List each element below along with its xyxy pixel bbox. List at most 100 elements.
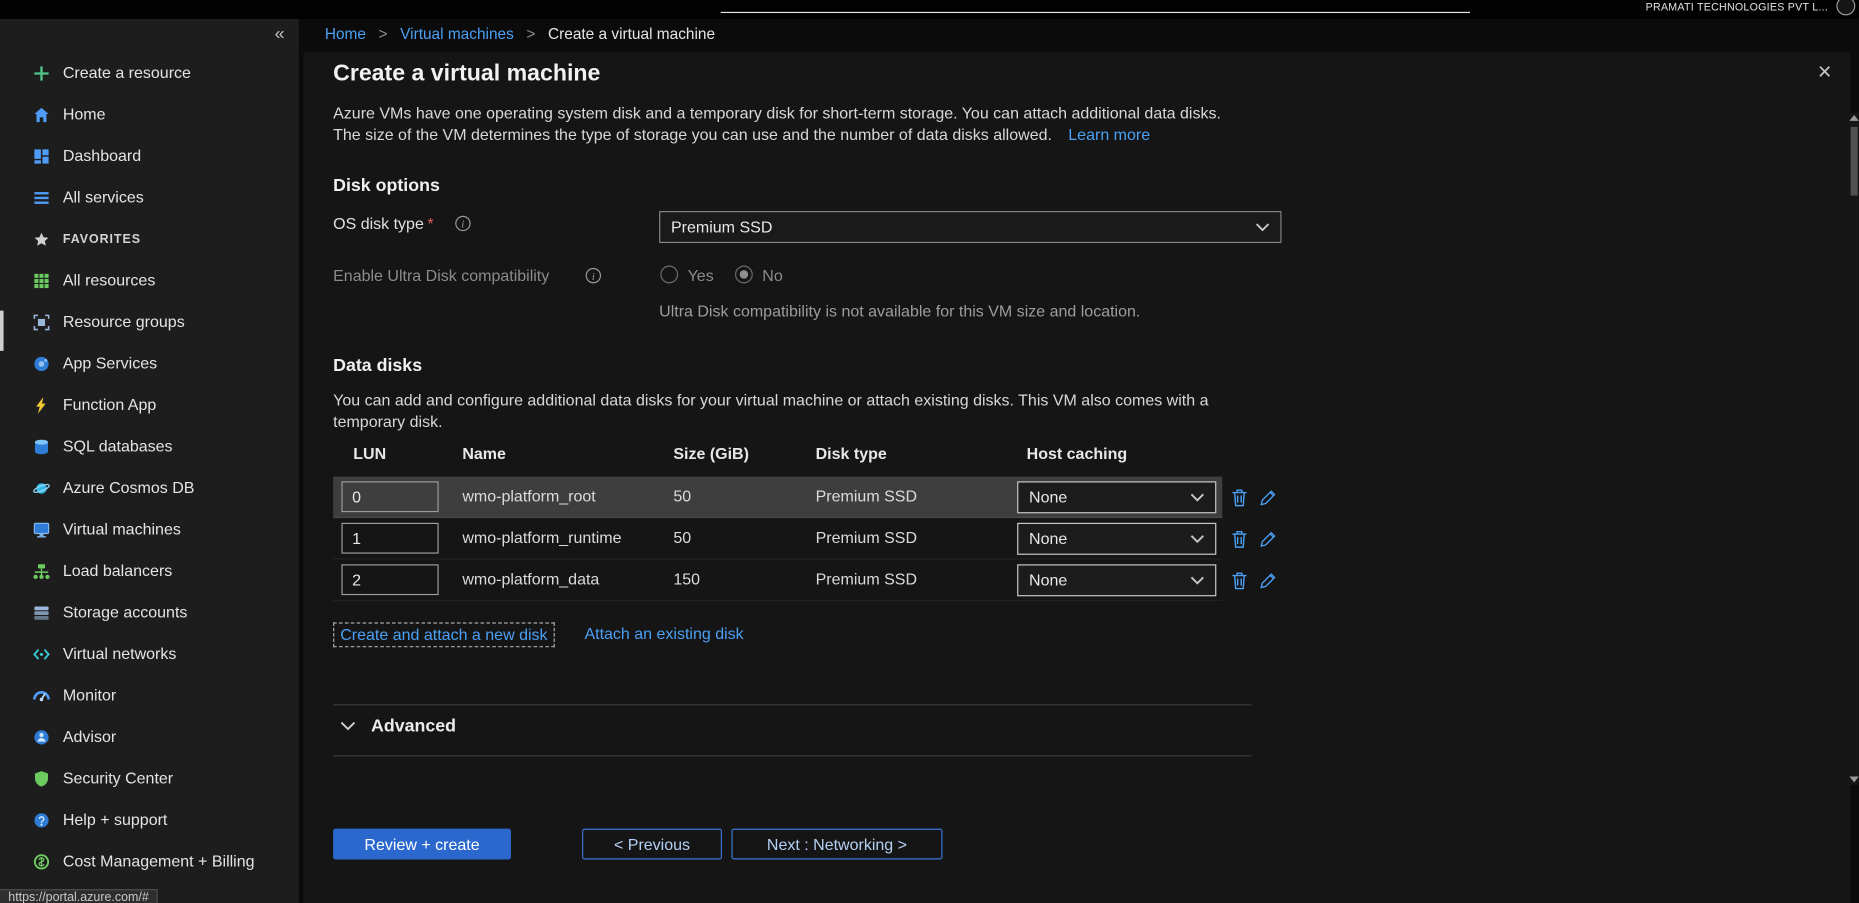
- vertical-scrollbar[interactable]: [1848, 113, 1859, 785]
- table-row[interactable]: wmo-platform_root 50 Premium SSD None: [333, 477, 1222, 518]
- sidebar-item-label: Azure Cosmos DB: [63, 479, 195, 497]
- required-marker: *: [427, 215, 433, 233]
- load-balancer-icon: [31, 561, 51, 581]
- sidebar-item-security-center[interactable]: Security Center: [0, 758, 299, 799]
- ultra-disk-label: Enable Ultra Disk compatibility: [333, 267, 549, 285]
- delete-disk-button[interactable]: [1228, 486, 1251, 509]
- security-center-icon: [31, 768, 51, 788]
- sidebar-item-monitor[interactable]: Monitor: [0, 675, 299, 716]
- status-url-tooltip: https://portal.azure.com/#: [0, 889, 158, 903]
- trash-icon: [1231, 529, 1249, 548]
- breadcrumb-current: Create a virtual machine: [548, 25, 715, 43]
- previous-button[interactable]: < Previous: [582, 829, 722, 860]
- next-networking-button[interactable]: Next : Networking >: [731, 829, 942, 860]
- sidebar-item-load-balancers[interactable]: Load balancers: [0, 550, 299, 591]
- chevron-down-icon: [1190, 576, 1204, 585]
- divider: [333, 704, 1252, 705]
- plus-icon: [31, 63, 51, 83]
- sidebar-item-label: Cost Management + Billing: [63, 852, 255, 870]
- scroll-down-arrow-icon[interactable]: [1849, 777, 1858, 783]
- top-bar: PRAMATI TECHNOLOGIES PVT L...: [0, 0, 1859, 19]
- sidebar-item-label: Virtual networks: [63, 645, 177, 663]
- sidebar-item-dashboard[interactable]: Dashboard: [0, 135, 299, 176]
- advanced-section-toggle[interactable]: Advanced: [340, 716, 456, 736]
- favorites-label: FAVORITES: [63, 232, 141, 246]
- disk-size-cell: 50: [673, 529, 691, 547]
- create-and-attach-disk-link[interactable]: Create and attach a new disk: [333, 622, 555, 647]
- advanced-label: Advanced: [371, 716, 456, 736]
- breadcrumb-virtual-machines-link[interactable]: Virtual machines: [400, 25, 514, 43]
- sidebar-item-label: Dashboard: [63, 147, 141, 165]
- sidebar-item-all-resources[interactable]: All resources: [0, 260, 299, 301]
- sidebar-item-label: SQL databases: [63, 437, 173, 455]
- lun-input[interactable]: [341, 564, 438, 595]
- sidebar-item-label: All resources: [63, 271, 156, 289]
- sidebar-item-cost-management-billing[interactable]: Cost Management + Billing: [0, 841, 299, 882]
- sidebar-collapse-button[interactable]: «: [275, 24, 285, 44]
- breadcrumb-home-link[interactable]: Home: [325, 25, 366, 43]
- sql-database-icon: [31, 436, 51, 456]
- delete-disk-button[interactable]: [1228, 569, 1251, 592]
- disk-size-cell: 50: [673, 487, 691, 505]
- sidebar-item-create-a-resource[interactable]: Create a resource: [0, 52, 299, 93]
- dashboard-icon: [31, 146, 51, 166]
- host-caching-select[interactable]: None: [1017, 481, 1216, 513]
- sidebar-item-azure-cosmos-db[interactable]: Azure Cosmos DB: [0, 467, 299, 508]
- virtual-machines-icon: [31, 519, 51, 539]
- sidebar-item-resource-groups[interactable]: Resource groups: [0, 301, 299, 342]
- sidebar-item-advisor[interactable]: Advisor: [0, 716, 299, 757]
- sidebar-item-home[interactable]: Home: [0, 94, 299, 135]
- sidebar-item-all-services[interactable]: All services: [0, 177, 299, 218]
- edit-disk-button[interactable]: [1257, 569, 1280, 592]
- page-title: Create a virtual machine: [333, 60, 600, 87]
- grid-icon: [31, 270, 51, 290]
- table-row[interactable]: wmo-platform_runtime 50 Premium SSD None: [333, 518, 1222, 559]
- sidebar-item-label: Resource groups: [63, 313, 185, 331]
- disk-options-heading: Disk options: [333, 175, 440, 195]
- host-caching-select[interactable]: None: [1017, 564, 1216, 596]
- column-header-host-caching: Host caching: [1027, 445, 1127, 463]
- sidebar-item-label: Security Center: [63, 769, 173, 787]
- os-disk-type-select[interactable]: Premium SSD: [659, 211, 1281, 243]
- sidebar-item-label: Advisor: [63, 728, 116, 746]
- info-icon[interactable]: i: [455, 216, 470, 231]
- sidebar-item-storage-accounts[interactable]: Storage accounts: [0, 592, 299, 633]
- disk-type-cell: Premium SSD: [816, 529, 917, 547]
- create-vm-panel: Create a virtual machine × Azure VMs hav…: [303, 52, 1850, 903]
- sidebar-item-help-support[interactable]: Help + support: [0, 799, 299, 840]
- pencil-icon: [1259, 488, 1277, 507]
- cost-management-icon: [31, 851, 51, 871]
- learn-more-link[interactable]: Learn more: [1068, 126, 1150, 144]
- table-row[interactable]: wmo-platform_data 150 Premium SSD None: [333, 560, 1222, 601]
- disk-name-cell: wmo-platform_data: [462, 570, 599, 588]
- info-icon[interactable]: i: [586, 268, 601, 283]
- close-icon[interactable]: ×: [1818, 60, 1832, 84]
- sidebar-item-function-app[interactable]: Function App: [0, 384, 299, 425]
- data-disks-heading: Data disks: [333, 356, 422, 376]
- cosmos-db-icon: [31, 478, 51, 498]
- attach-existing-disk-link[interactable]: Attach an existing disk: [584, 625, 743, 643]
- sidebar: « Create a resource Home Dashboard: [0, 19, 299, 903]
- sidebar-nav: Create a resource Home Dashboard All ser…: [0, 52, 299, 882]
- sidebar-item-virtual-machines[interactable]: Virtual machines: [0, 509, 299, 550]
- sidebar-item-virtual-networks[interactable]: Virtual networks: [0, 633, 299, 674]
- scroll-up-arrow-icon[interactable]: [1849, 115, 1858, 121]
- host-caching-select[interactable]: None: [1017, 523, 1216, 555]
- sidebar-item-label: Load balancers: [63, 562, 172, 580]
- review-create-button[interactable]: Review + create: [333, 829, 511, 860]
- chevron-down-icon: [1190, 534, 1204, 543]
- edit-disk-button[interactable]: [1257, 528, 1280, 551]
- scrollbar-thumb[interactable]: [1850, 127, 1857, 196]
- lun-input[interactable]: [341, 523, 438, 554]
- app-services-icon: [31, 353, 51, 373]
- sidebar-item-app-services[interactable]: App Services: [0, 343, 299, 384]
- avatar[interactable]: [1836, 0, 1855, 15]
- disk-name-cell: wmo-platform_root: [462, 487, 595, 505]
- intro-text-line2: The size of the VM determines the type o…: [333, 126, 1150, 144]
- tenant-name: PRAMATI TECHNOLOGIES PVT L...: [1646, 1, 1828, 13]
- global-search-bar[interactable]: [721, 12, 1470, 13]
- lun-input[interactable]: [341, 481, 438, 512]
- sidebar-item-sql-databases[interactable]: SQL databases: [0, 426, 299, 467]
- edit-disk-button[interactable]: [1257, 486, 1280, 509]
- delete-disk-button[interactable]: [1228, 528, 1251, 551]
